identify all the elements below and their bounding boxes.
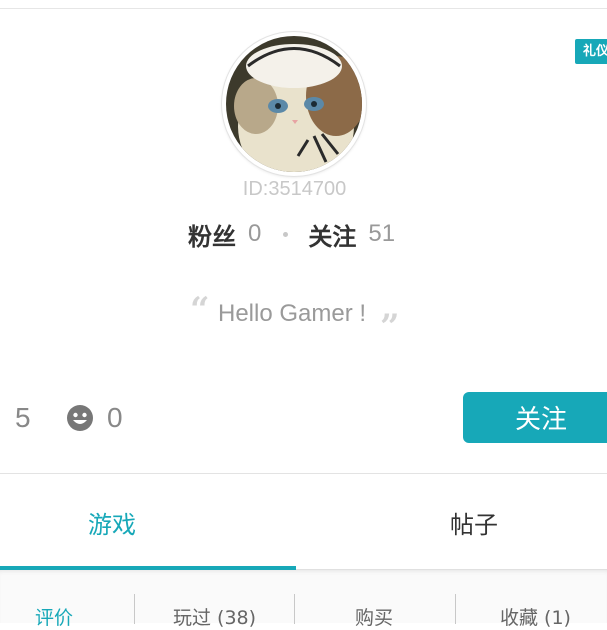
subtab-favorites[interactable]: 收藏 (1) [500,603,571,630]
close-quote-icon: ” [380,307,400,347]
fans-label[interactable]: 粉丝 [188,217,236,252]
fans-count[interactable]: 0 [248,220,261,248]
open-quote-icon: “ [190,290,210,330]
stats-separator-dot [283,231,289,237]
follow-button[interactable]: 关注 [463,392,607,443]
subtab-separator [134,594,135,624]
user-id: ID:3514700 [242,178,347,200]
top-divider [0,8,607,9]
follow-stats: 粉丝 0 关注 51 [188,216,395,252]
section-divider [0,473,607,474]
subtab-separator [455,594,456,624]
cat-avatar-image [226,36,362,172]
following-count[interactable]: 51 [368,220,395,248]
left-count: 5 [15,402,31,433]
subtab-separator [294,594,295,624]
tab-posts[interactable]: 帖子 [450,505,498,540]
following-label[interactable]: 关注 [308,217,356,252]
avatar[interactable] [222,32,366,176]
smiley-icon [67,405,93,431]
bio-text: Hello Gamer ! [218,300,367,327]
etiquette-badge[interactable]: 礼仪 [575,39,607,64]
tab-games[interactable]: 游戏 [88,505,136,540]
smile-count: 0 [107,402,123,433]
subtab-purchased[interactable]: 购买 [355,603,393,630]
subtab-played[interactable]: 玩过 (38) [173,603,256,630]
subtab-reviews[interactable]: 评价 [35,603,73,630]
